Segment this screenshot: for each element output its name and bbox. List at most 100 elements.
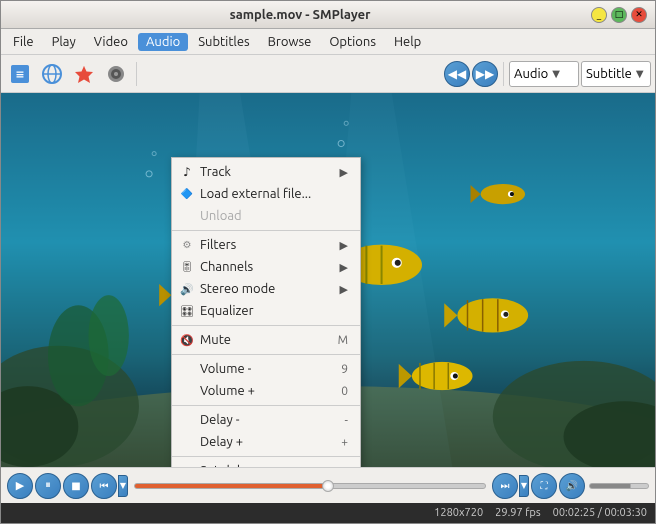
set-delay-label: Set delay... [200, 464, 348, 467]
tb-web-btn[interactable] [37, 59, 67, 89]
filters-arrow: ▶ [340, 239, 348, 252]
audio-track-dropdown[interactable]: Audio ▼ [509, 61, 579, 87]
separator-3 [172, 354, 360, 355]
vol-down-icon [178, 360, 196, 378]
toolbar: ≡ ◀◀ ▶▶ [1, 55, 655, 93]
stereo-arrow: ▶ [340, 283, 348, 296]
menu-options[interactable]: Options [321, 33, 384, 51]
tb-fav-btn[interactable] [69, 59, 99, 89]
delay-minus-icon [178, 411, 196, 429]
unload-label: Unload [200, 209, 348, 223]
pause-button[interactable]: ⏸ [35, 473, 61, 499]
controls-bar: ▶ ⏸ ■ ⏮ ▼ ⏭ ▼ ⛶ 🔊 [1, 467, 655, 503]
fps-status: 29.97 fps [495, 507, 540, 519]
menu-track[interactable]: ♪ Track ▶ [172, 161, 360, 183]
audio-menu: ♪ Track ▶ 🔷 Load external file... Unload… [171, 157, 361, 467]
next-group: ⏭ ▼ [492, 473, 529, 499]
menu-mute[interactable]: 🔇 Mute M [172, 329, 360, 351]
seek-bar-track[interactable] [134, 483, 486, 489]
next-track-button[interactable]: ⏭ [492, 473, 518, 499]
stop-button[interactable]: ■ [63, 473, 89, 499]
menu-volume-down[interactable]: Volume - 9 [172, 358, 360, 380]
menu-audio[interactable]: Audio [138, 33, 188, 51]
channels-icon: 🎚 [178, 258, 196, 276]
delay-plus-shortcut: + [341, 436, 348, 449]
menu-load-external[interactable]: 🔷 Load external file... [172, 183, 360, 205]
volume-down-label: Volume - [200, 362, 315, 376]
unload-icon [178, 207, 196, 225]
prev-group: ⏮ ▼ [91, 473, 128, 499]
titlebar: sample.mov - SMPlayer _ □ ✕ [1, 1, 655, 29]
menu-delay-minus[interactable]: Delay - - [172, 409, 360, 431]
prev-arrow-button[interactable]: ▼ [118, 475, 128, 497]
video-area: ♪ Track ▶ 🔷 Load external file... Unload… [1, 93, 655, 467]
menu-volume-up[interactable]: Volume + 0 [172, 380, 360, 402]
volume-bar-track[interactable] [589, 483, 649, 489]
main-window: sample.mov - SMPlayer _ □ ✕ File Play Vi… [0, 0, 656, 524]
window-controls: _ □ ✕ [591, 7, 647, 23]
menu-file[interactable]: File [5, 33, 42, 51]
subtitle-dropdown[interactable]: Subtitle ▼ [581, 61, 651, 87]
mute-label: Mute [200, 333, 312, 347]
seek-bar-container[interactable] [134, 479, 486, 493]
volume-bar-container[interactable] [589, 479, 649, 493]
next-arrow-button[interactable]: ▼ [519, 475, 529, 497]
menu-set-delay[interactable]: Set delay... [172, 460, 360, 467]
menu-play[interactable]: Play [44, 33, 84, 51]
menu-subtitles[interactable]: Subtitles [190, 33, 257, 51]
menu-video[interactable]: Video [86, 33, 136, 51]
fullscreen-button[interactable]: ⛶ [531, 473, 557, 499]
menu-channels[interactable]: 🎚 Channels ▶ [172, 256, 360, 278]
menu-filters[interactable]: ⚙ Filters ▶ [172, 234, 360, 256]
mute-icon: 🔇 [178, 331, 196, 349]
separator-5 [172, 456, 360, 457]
seek-bar-thumb[interactable] [322, 480, 334, 492]
channels-label: Channels [200, 260, 334, 274]
tb-separator-1 [136, 62, 137, 86]
current-time: 00:02:25 [553, 507, 596, 519]
vol-up-icon [178, 382, 196, 400]
separator-1 [172, 230, 360, 231]
prev-track-button[interactable]: ⏮ [91, 473, 117, 499]
vol-down-shortcut: 9 [341, 363, 348, 376]
track-arrow: ▶ [340, 166, 348, 179]
vol-up-shortcut: 0 [341, 385, 348, 398]
audio-track-label: Audio [514, 67, 548, 81]
stereo-mode-label: Stereo mode [200, 282, 334, 296]
track-icon: ♪ [178, 163, 196, 181]
menubar: File Play Video Audio Subtitles Browse O… [1, 29, 655, 55]
tb-record-btn[interactable] [101, 59, 131, 89]
window-title: sample.mov - SMPlayer [9, 8, 591, 22]
tb-open-btn[interactable]: ≡ [5, 59, 35, 89]
filters-icon: ⚙ [178, 236, 196, 254]
equalizer-icon: 🎛 [178, 302, 196, 320]
status-bar: 1280x720 29.97 fps 00:02:25 / 00:03:30 [1, 503, 655, 523]
total-time: 00:03:30 [604, 507, 647, 519]
subtitle-dropdown-arrow: ▼ [636, 68, 646, 80]
menu-browse[interactable]: Browse [260, 33, 320, 51]
equalizer-label: Equalizer [200, 304, 348, 318]
separator-4 [172, 405, 360, 406]
menu-unload: Unload [172, 205, 360, 227]
set-delay-icon [178, 462, 196, 467]
menu-stereo-mode[interactable]: 🔊 Stereo mode ▶ [172, 278, 360, 300]
minimize-button[interactable]: _ [591, 7, 607, 23]
delay-minus-label: Delay - [200, 413, 319, 427]
play-button[interactable]: ▶ [7, 473, 33, 499]
menu-delay-plus[interactable]: Delay + + [172, 431, 360, 453]
channels-arrow: ▶ [340, 261, 348, 274]
next-button[interactable]: ▶▶ [472, 61, 498, 87]
tb-separator-2 [503, 62, 504, 86]
maximize-button[interactable]: □ [611, 7, 627, 23]
delay-minus-shortcut: - [345, 414, 348, 427]
delay-plus-icon [178, 433, 196, 451]
track-label: Track [200, 165, 334, 179]
load-icon: 🔷 [178, 185, 196, 203]
close-button[interactable]: ✕ [631, 7, 647, 23]
resolution-status: 1280x720 [434, 507, 483, 519]
menu-equalizer[interactable]: 🎛 Equalizer [172, 300, 360, 322]
volume-button[interactable]: 🔊 [559, 473, 585, 499]
audio-dropdown-arrow: ▼ [552, 68, 574, 80]
menu-help[interactable]: Help [386, 33, 429, 51]
prev-button[interactable]: ◀◀ [444, 61, 470, 87]
